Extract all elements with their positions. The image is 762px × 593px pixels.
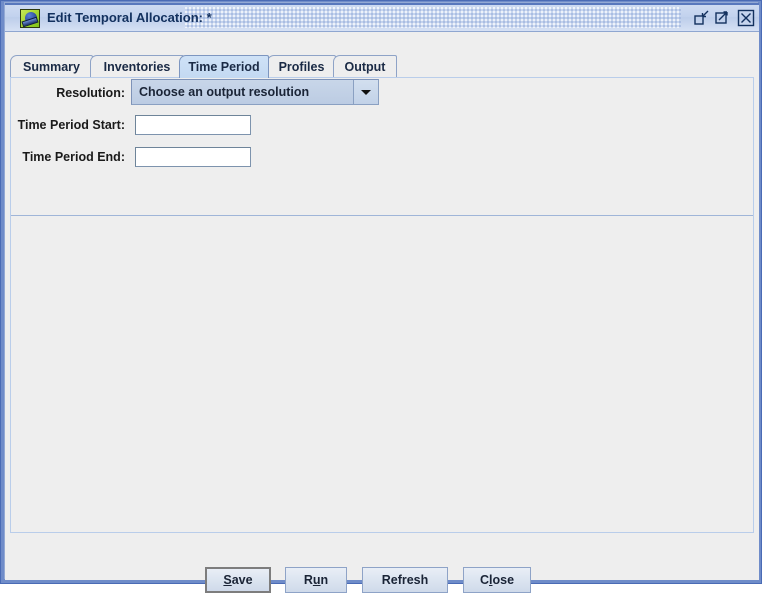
restore-window-button[interactable] — [693, 9, 711, 27]
title-bar[interactable]: Edit Temporal Allocation: * — [5, 3, 759, 32]
close-icon — [737, 9, 755, 27]
tab-time-period[interactable]: Time Period — [179, 55, 269, 78]
time-period-start-input[interactable] — [138, 116, 248, 134]
time-period-panel: Resolution: Choose an output resolution … — [10, 78, 754, 533]
time-period-form: Resolution: Choose an output resolution … — [11, 78, 753, 168]
tab-inventories[interactable]: Inventories — [90, 55, 184, 78]
tab-summary[interactable]: Summary — [10, 55, 93, 78]
tab-profiles[interactable]: Profiles — [267, 55, 336, 78]
close-dialog-button[interactable]: Close — [463, 567, 531, 593]
dialog-content: Summary Inventories Time Period Profiles… — [5, 32, 759, 593]
resolution-dropdown-button[interactable] — [353, 80, 378, 104]
run-button[interactable]: Run — [285, 567, 347, 593]
app-icon — [20, 9, 40, 28]
window-title: Edit Temporal Allocation: * — [47, 10, 212, 25]
title-bar-texture — [185, 7, 681, 28]
time-period-start-field[interactable] — [135, 115, 251, 135]
resolution-selected-value: Choose an output resolution — [139, 85, 310, 99]
time-period-start-label: Time Period Start: — [17, 118, 125, 132]
save-button[interactable]: Save — [205, 567, 271, 593]
maximize-window-button[interactable] — [714, 9, 732, 27]
dialog-window: Edit Temporal Allocation: * Summary Inve… — [0, 0, 762, 593]
resolution-label: Resolution: — [56, 86, 125, 100]
refresh-button[interactable]: Refresh — [362, 567, 448, 593]
time-period-end-label: Time Period End: — [22, 150, 125, 164]
restore-icon — [694, 10, 709, 25]
tab-output[interactable]: Output — [333, 55, 397, 78]
resolution-combobox[interactable]: Choose an output resolution — [131, 79, 379, 105]
close-window-button[interactable] — [737, 9, 755, 27]
dialog-button-bar: Save Run Refresh Close — [10, 533, 754, 593]
form-section-divider — [11, 215, 753, 216]
maximize-icon — [715, 11, 728, 24]
time-period-end-input[interactable] — [138, 148, 248, 166]
tab-strip: Summary Inventories Time Period Profiles… — [10, 55, 754, 78]
time-period-end-field[interactable] — [135, 147, 251, 167]
chevron-down-icon — [361, 90, 371, 95]
